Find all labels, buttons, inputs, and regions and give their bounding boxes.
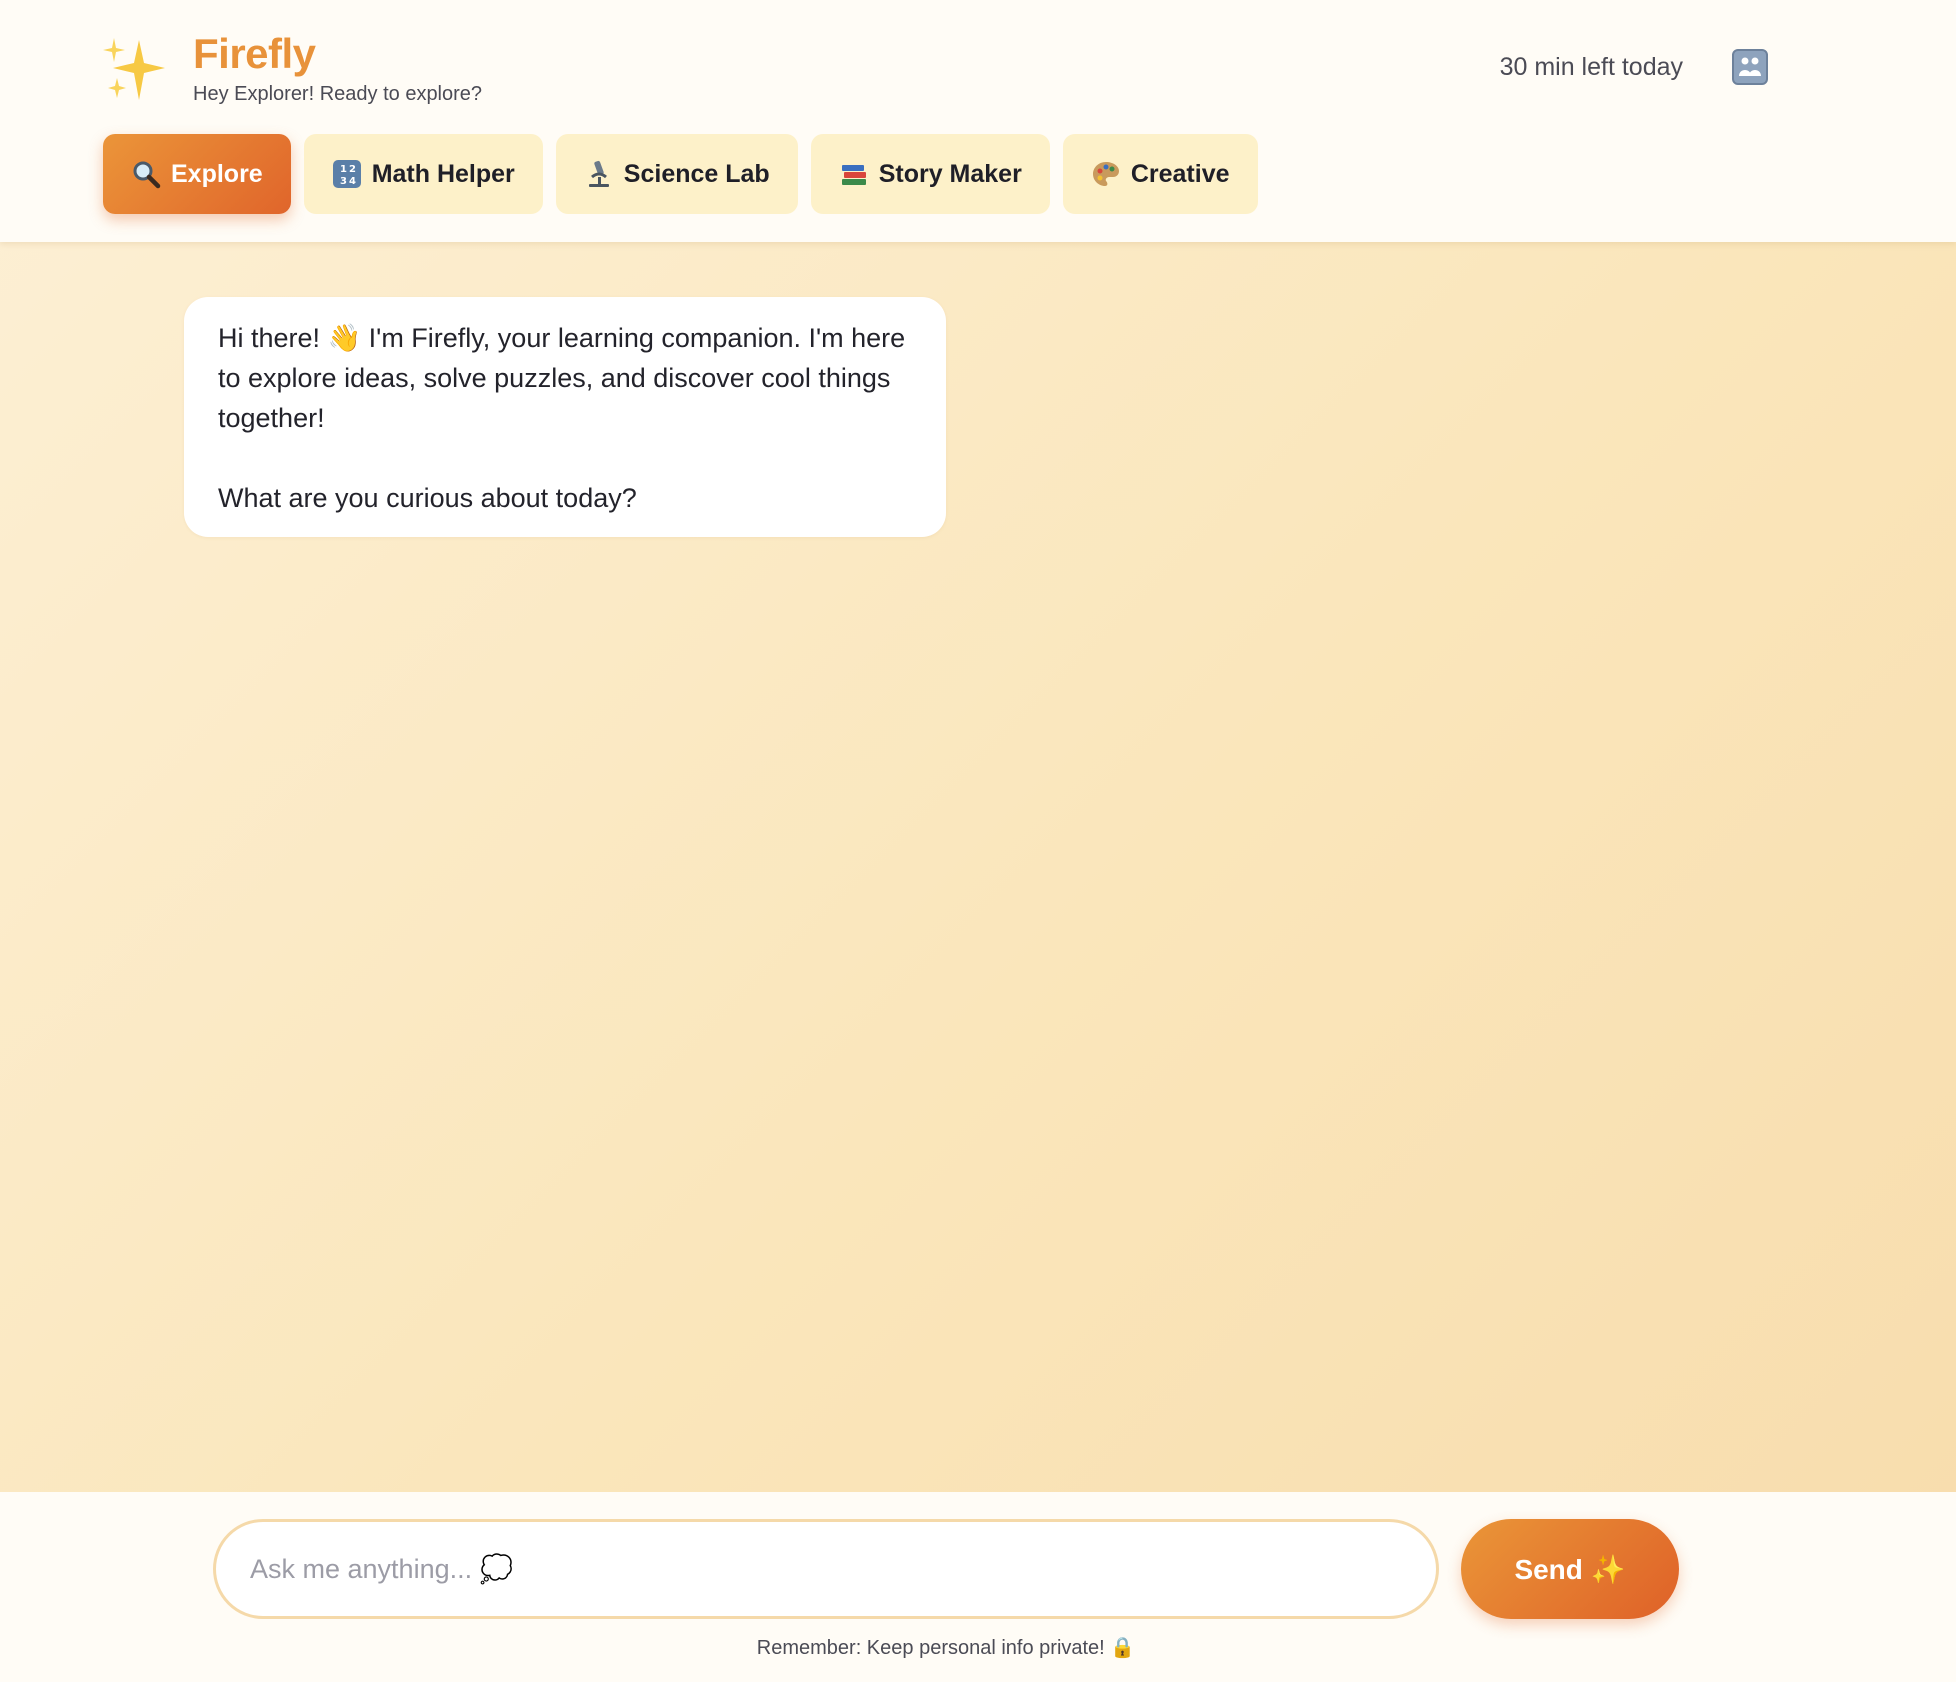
welcome-message-text: Hi there! 👋 I'm Firefly, your learning c…	[218, 323, 906, 433]
app-title: Firefly	[193, 30, 316, 77]
tab-math-helper[interactable]: 1 2 3 4 Math Helper	[303, 134, 543, 214]
app-subtitle: Hey Explorer! Ready to explore?	[193, 83, 483, 105]
svg-text:4: 4	[349, 176, 356, 187]
mode-tabs: Explore 1 2 3 4 Math Helper Science Lab	[103, 134, 1258, 214]
microscope-icon	[588, 160, 609, 187]
tab-label: Math Helper	[371, 159, 515, 188]
send-button-label: Send ✨	[1514, 1553, 1626, 1585]
tab-label: Creative	[1130, 159, 1230, 188]
family-icon-glyph	[1739, 57, 1761, 76]
palette-icon	[1092, 162, 1119, 186]
books-icon	[841, 165, 866, 185]
tab-creative[interactable]: Creative	[1062, 134, 1258, 214]
assistant-message-bubble: Hi there! 👋 I'm Firefly, your learning c…	[184, 297, 946, 537]
svg-text:1: 1	[340, 164, 347, 175]
sparkles-icon	[103, 38, 165, 100]
svg-text:3: 3	[340, 176, 347, 187]
numbers-icon: 1 2 3 4	[332, 160, 361, 188]
app-header: Firefly Hey Explorer! Ready to explore? …	[0, 0, 1956, 242]
composer-bar: Send ✨ Remember: Keep personal info priv…	[0, 1492, 1956, 1682]
welcome-question-text: What are you curious about today?	[218, 483, 637, 513]
privacy-reminder: Remember: Keep personal info private! 🔒	[756, 1637, 1136, 1659]
svg-text:2: 2	[349, 164, 356, 175]
tab-story-maker[interactable]: Story Maker	[810, 134, 1050, 214]
tab-label: Story Maker	[878, 159, 1022, 188]
tab-label: Science Lab	[623, 159, 770, 188]
send-button[interactable]: Send ✨	[1461, 1519, 1679, 1619]
family-icon[interactable]	[1732, 49, 1768, 85]
tab-label: Explore	[171, 159, 263, 188]
magnifier-icon	[133, 161, 161, 189]
message-input[interactable]	[213, 1519, 1439, 1619]
time-remaining-label: 30 min left today	[1499, 53, 1683, 81]
tab-explore[interactable]: Explore	[103, 134, 291, 214]
tab-science-lab[interactable]: Science Lab	[555, 134, 798, 214]
